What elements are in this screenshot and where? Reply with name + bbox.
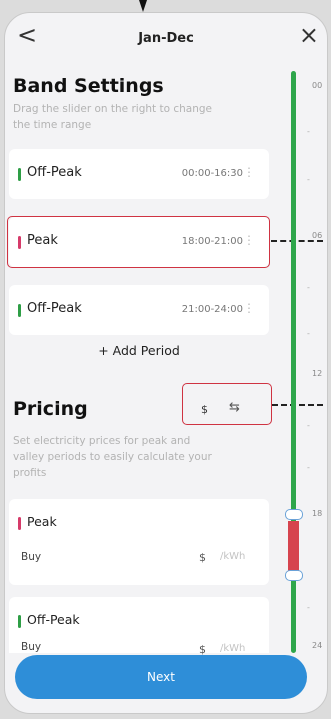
slider-handle-start[interactable] (285, 509, 303, 520)
band-row-offpeak-1[interactable]: Off-Peak 00:00-16:30 ⋮ (9, 149, 269, 199)
band-row-time: 00:00-16:30 (181, 168, 243, 179)
price-card-offpeak: Off-Peak Buy $ /kWh (9, 597, 269, 656)
price-unit-input[interactable]: /kWh (220, 643, 245, 654)
pricing-subtitle-line-2: valley periods to easily calculate your (13, 451, 212, 463)
tick-mark: - (307, 463, 310, 472)
more-icon[interactable]: ⋮ (243, 301, 255, 315)
annotation-line-peak (271, 240, 323, 242)
band-settings-subtitle-line-1: Drag the slider on the right to change (13, 103, 213, 115)
band-row-label: Off-Peak (27, 301, 82, 316)
price-unit-input[interactable]: /kWh (220, 551, 245, 562)
offpeak-color-bar (18, 304, 21, 317)
band-settings-title: Band Settings (13, 75, 164, 97)
hour-label-06: 06 (312, 231, 323, 240)
pointer-arrow (139, 0, 147, 12)
more-icon[interactable]: ⋮ (243, 165, 255, 179)
slider-handle-end[interactable] (285, 570, 303, 581)
tick-mark: - (307, 283, 310, 292)
tick-mark: - (307, 175, 310, 184)
band-settings-subtitle-line-2: the time range (13, 119, 92, 131)
next-button[interactable]: Next (15, 655, 307, 699)
tick-mark: - (307, 603, 310, 612)
pricing-subtitle-line-3: profits (13, 467, 47, 479)
price-card-label: Off-Peak (27, 612, 80, 627)
annotation-line-currency (272, 404, 323, 406)
tick-mark: - (307, 329, 310, 338)
hour-label-12: 12 (312, 369, 323, 378)
band-row-time: 21:00-24:00 (181, 304, 243, 315)
price-card-peak: Peak Buy $ /kWh (9, 499, 269, 585)
tick-mark: - (307, 421, 310, 430)
highlight-currency-toggle (182, 383, 272, 425)
buy-label: Buy (21, 551, 42, 563)
price-currency: $ (199, 551, 206, 564)
offpeak-color-bar (18, 615, 21, 628)
peak-color-bar (18, 517, 21, 530)
hour-label-24: 24 (312, 641, 323, 650)
hour-label-00: 00 (312, 81, 323, 90)
band-row-label: Off-Peak (27, 165, 82, 180)
close-icon[interactable]: × (299, 23, 319, 47)
band-row-offpeak-2[interactable]: Off-Peak 21:00-24:00 ⋮ (9, 285, 269, 335)
highlight-peak-row (7, 216, 270, 268)
hour-label-18: 18 (312, 509, 323, 518)
add-period-button[interactable]: + Add Period (9, 343, 269, 358)
pricing-title: Pricing (13, 398, 88, 420)
tick-mark: - (307, 127, 310, 136)
settings-panel: Band Settings Drag the slider on the rig… (5, 13, 281, 713)
offpeak-color-bar (18, 168, 21, 181)
price-card-label: Peak (27, 514, 57, 529)
buy-label: Buy (21, 641, 42, 653)
peak-range-segment (288, 521, 299, 577)
pricing-subtitle-line-1: Set electricity prices for peak and (13, 435, 191, 447)
phone-screen: < Jan-Dec × Band Settings Drag the slide… (4, 12, 328, 714)
